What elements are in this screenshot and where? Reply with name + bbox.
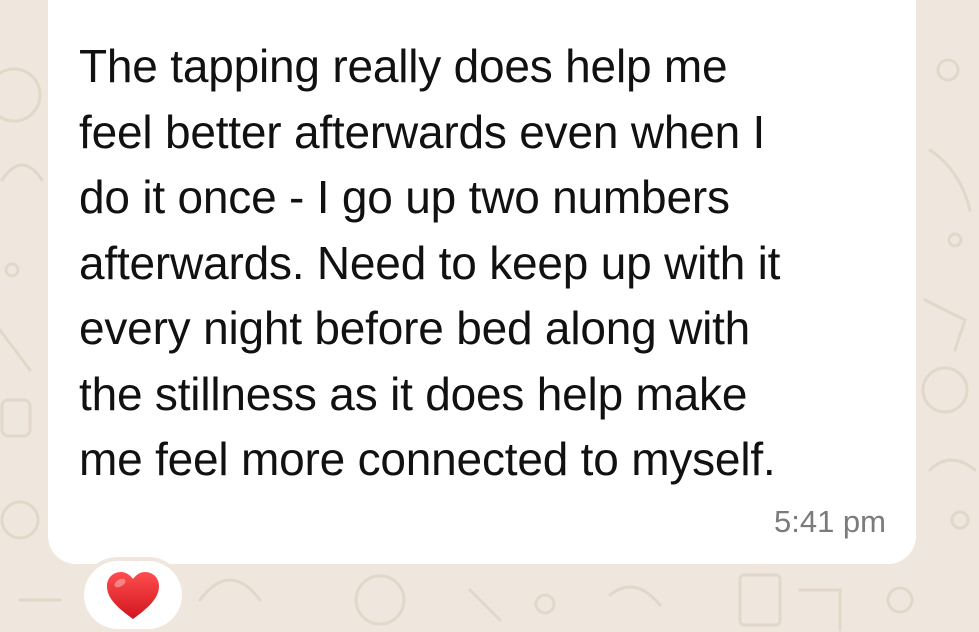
message-line: The tapping really does help me (79, 40, 728, 92)
message-timestamp: 5:41 pm (773, 504, 886, 539)
message-line: afterwards. Need to keep up with it (79, 236, 781, 289)
message-bubble[interactable]: The tapping really does help me feel bet… (48, 0, 916, 564)
message-text: The tapping really does help me feel bet… (79, 34, 899, 493)
message-line: every night before bed along with (79, 302, 751, 354)
message-line: me feel more connected to myself. (79, 433, 776, 485)
message-line: feel better afterwards even when I (79, 105, 766, 158)
reaction-badge[interactable] (84, 561, 182, 629)
red-heart-icon (107, 572, 159, 619)
message-line: do it once - I go up two numbers (79, 171, 730, 223)
message-line: the stillness as it does help make (79, 367, 748, 420)
